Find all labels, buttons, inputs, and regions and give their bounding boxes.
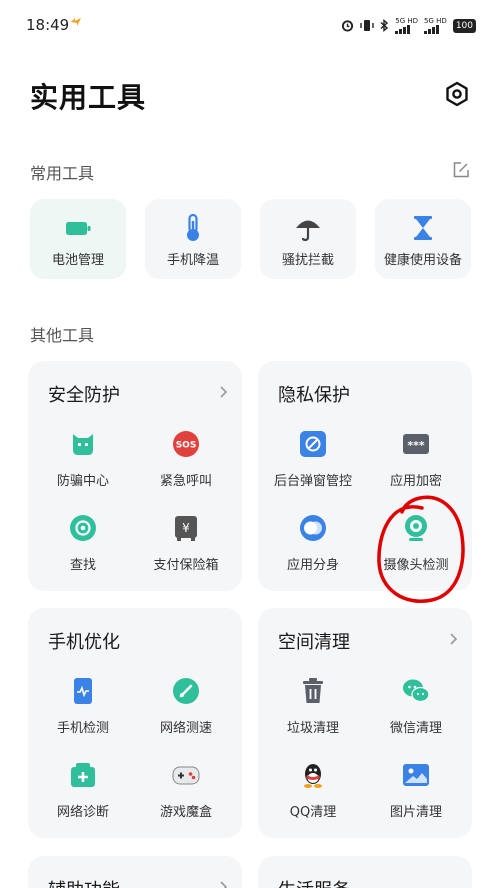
tool-qq-clean[interactable]: QQ清理	[261, 761, 365, 833]
chevron-right-icon[interactable]	[218, 880, 228, 888]
speedometer-icon	[173, 678, 199, 704]
card-cleanup[interactable]: 空间清理 垃圾清理 微信清理 QQ清理 图片清理	[258, 608, 472, 838]
quick-tile-block-calls[interactable]: 骚扰拦截	[260, 199, 356, 279]
quick-tile-label: 电池管理	[51, 253, 104, 268]
vibrate-icon	[360, 20, 374, 31]
umbrella-icon	[296, 220, 320, 242]
settings-icon[interactable]	[443, 80, 471, 108]
card-title: 安全防护	[48, 385, 120, 406]
status-time: 18:49	[26, 16, 70, 34]
card-title: 辅助功能	[48, 876, 120, 888]
tool-label: 应用分身	[286, 558, 339, 573]
tool-label: 微信清理	[389, 721, 442, 736]
quick-tile-battery[interactable]: 电池管理	[30, 199, 126, 279]
tool-network-diagnose[interactable]: 网络诊断	[31, 761, 135, 833]
card-title: 隐私保护	[278, 385, 350, 406]
tool-phone-check[interactable]: 手机检测	[31, 677, 135, 749]
trash-icon	[303, 678, 323, 703]
sos-icon: SOS	[173, 431, 199, 457]
camera-icon	[405, 515, 427, 541]
other-tools-title: 其他工具	[30, 326, 95, 345]
quick-tile-label: 健康使用设备	[383, 253, 462, 268]
tool-label: 应用加密	[389, 474, 442, 489]
tool-label: 支付保险箱	[153, 558, 219, 573]
battery-level: 100	[452, 18, 476, 33]
tool-app-clone[interactable]: 应用分身	[261, 514, 365, 586]
quick-tile-label: 手机降温	[166, 253, 219, 268]
card-title: 生活服务	[278, 876, 350, 888]
tool-label: 网络测速	[159, 721, 212, 736]
chevron-right-icon[interactable]	[218, 385, 228, 399]
thermometer-icon	[187, 213, 199, 241]
gamepad-icon	[172, 766, 200, 785]
charging-notification-icon	[71, 18, 81, 26]
safe-box-icon: ¥	[175, 516, 197, 541]
password-icon: ***	[403, 434, 429, 454]
app-clone-icon	[300, 515, 326, 541]
tool-label: 查找	[69, 558, 96, 573]
picture-icon	[403, 764, 429, 786]
tool-label: 紧急呼叫	[159, 474, 212, 489]
tool-label: 垃圾清理	[286, 721, 339, 736]
tool-find-device[interactable]: 查找	[31, 514, 135, 586]
shield-face-icon	[73, 434, 93, 455]
tool-speed-test[interactable]: 网络测速	[134, 677, 238, 749]
sim2-label: 5G HD	[424, 17, 447, 25]
quick-tile-digital-wellbeing[interactable]: 健康使用设备	[375, 199, 471, 279]
chevron-right-icon[interactable]	[448, 632, 458, 646]
bluetooth-icon	[380, 19, 389, 32]
tool-label: QQ清理	[289, 805, 337, 820]
card-title: 空间清理	[278, 632, 350, 653]
card-title: 手机优化	[48, 632, 120, 653]
card-life-services[interactable]: 生活服务	[258, 856, 472, 888]
svg-text:SOS: SOS	[176, 441, 197, 451]
tool-label: 防骗中心	[56, 474, 109, 489]
tool-junk-clean[interactable]: 垃圾清理	[261, 677, 365, 749]
svg-text:¥: ¥	[182, 521, 190, 535]
sim1-signal: 5G HD	[395, 17, 418, 34]
tool-label: 手机检测	[56, 721, 109, 736]
battery-icon	[66, 222, 91, 235]
tool-camera-detection[interactable]: 摄像头检测	[364, 514, 468, 586]
tool-label: 摄像头检测	[383, 558, 449, 573]
network-diagnose-icon	[71, 763, 95, 787]
card-optimization[interactable]: 手机优化 手机检测 网络测速 网络诊断 游戏魔盒	[28, 608, 242, 838]
svg-text:***: ***	[407, 439, 425, 452]
qq-icon	[304, 764, 322, 788]
sim1-label: 5G HD	[395, 17, 419, 25]
page-title: 实用工具	[30, 81, 147, 114]
quick-tile-label: 骚扰拦截	[281, 253, 334, 268]
tool-app-lock[interactable]: *** 应用加密	[364, 430, 468, 502]
phone-check-icon	[74, 678, 92, 704]
tool-label: 后台弹窗管控	[273, 474, 352, 489]
status-bar: 18:49 5G HD 5G HD 100	[0, 0, 500, 52]
tool-picture-clean[interactable]: 图片清理	[364, 761, 468, 833]
tool-payment-safe[interactable]: ¥ 支付保险箱	[134, 514, 238, 586]
find-device-icon	[70, 515, 96, 541]
tool-game-box[interactable]: 游戏魔盒	[134, 761, 238, 833]
quick-tile-cooling[interactable]: 手机降温	[145, 199, 241, 279]
tool-anti-fraud[interactable]: 防骗中心	[31, 430, 135, 502]
tool-popup-control[interactable]: 后台弹窗管控	[261, 430, 365, 502]
hourglass-icon	[414, 216, 432, 240]
tool-label: 网络诊断	[56, 805, 109, 820]
popup-block-icon	[300, 431, 326, 457]
tool-emergency-sos[interactable]: SOS 紧急呼叫	[134, 430, 238, 502]
alarm-icon	[342, 20, 354, 32]
wechat-icon	[403, 679, 430, 703]
edit-icon[interactable]	[452, 161, 470, 179]
card-security[interactable]: 安全防护 防骗中心 SOS 紧急呼叫 查找 ¥ 支付保险箱	[28, 361, 242, 591]
tool-label: 图片清理	[389, 805, 442, 820]
card-privacy[interactable]: 隐私保护 后台弹窗管控 *** 应用加密 应用分身 摄像头检测	[258, 361, 472, 591]
common-tools-title: 常用工具	[30, 164, 95, 183]
sim2-signal: 5G HD	[424, 17, 447, 34]
status-icons: 5G HD 5G HD 100	[341, 17, 476, 34]
tool-wechat-clean[interactable]: 微信清理	[364, 677, 468, 749]
card-accessibility[interactable]: 辅助功能	[28, 856, 242, 888]
tool-label: 游戏魔盒	[159, 805, 212, 820]
